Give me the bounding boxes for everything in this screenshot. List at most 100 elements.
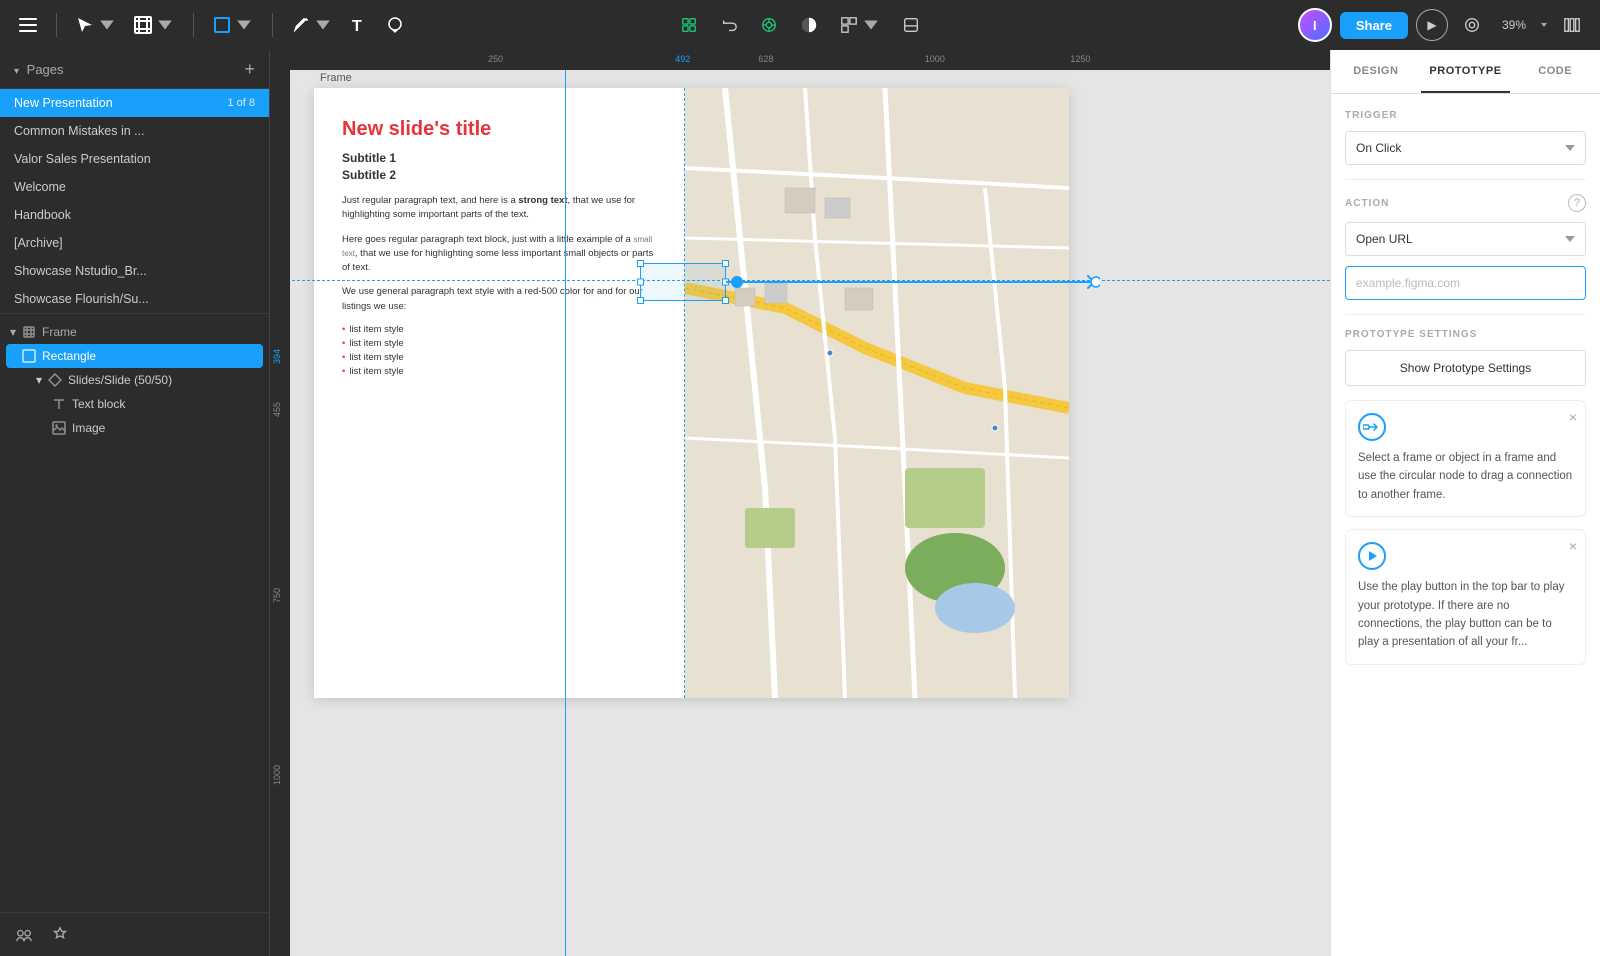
slide-para2: Here goes regular paragraph text block, … [342, 233, 660, 276]
add-page-button[interactable]: + [244, 60, 255, 78]
action-header: ACTION ? [1345, 194, 1586, 212]
layer-rectangle[interactable]: Rectangle [6, 344, 263, 368]
slide-frame: New slide's title Subtitle 1 Subtitle 2 … [314, 88, 1069, 698]
tab-code[interactable]: CODE [1510, 50, 1600, 93]
ruler-mark-1000: 1000 [272, 765, 282, 785]
right-panel-tabs: DESIGN PROTOTYPE CODE [1331, 50, 1600, 94]
pen-tool-button[interactable] [285, 11, 339, 39]
share-button[interactable]: Share [1340, 12, 1408, 39]
layer-textblock-label: Text block [72, 397, 125, 411]
selection-handle-bl [637, 297, 644, 304]
ruler-mark-628: 628 [758, 54, 773, 64]
ruler-vertical: 394 455 750 1000 [270, 70, 290, 956]
tab-design[interactable]: DESIGN [1331, 50, 1421, 93]
divider-1 [1345, 179, 1586, 180]
trigger-section: TRIGGER On Click On Hover On Press While… [1345, 110, 1586, 165]
plugins-tool-button[interactable] [753, 11, 785, 39]
hint-card-connection: × Select a frame or object in a frame an… [1345, 400, 1586, 517]
map-svg [685, 88, 1069, 698]
preview-button[interactable] [1456, 11, 1488, 39]
arrange-tool-button[interactable] [833, 11, 887, 39]
layer-frame-header[interactable]: ▾ Frame [0, 320, 269, 344]
page-item-handbook[interactable]: Handbook [0, 201, 269, 229]
page-item-archive[interactable]: [Archive] [0, 229, 269, 257]
ruler-mark-492: 492 [675, 54, 690, 64]
canvas-area[interactable]: 250 492 628 1000 1250 394 455 750 1000 F… [270, 50, 1330, 956]
layer-slides-slide[interactable]: ▾ Slides/Slide (50/50) [0, 368, 269, 392]
page-label: Handbook [14, 208, 71, 222]
tool-group-draw: T [285, 11, 411, 39]
frame-tool-button[interactable] [127, 11, 181, 39]
layer-text-block[interactable]: Text block [0, 392, 269, 416]
collapse-icon: ▾ [10, 325, 16, 339]
mask-tool-button[interactable] [895, 11, 927, 39]
ruler-mark-1000: 1000 [925, 54, 945, 64]
page-item-welcome[interactable]: Welcome [0, 173, 269, 201]
action-dropdown[interactable]: Open URL Navigate To Overlay Scroll To [1345, 222, 1586, 256]
hint-close-button-1[interactable]: × [1569, 409, 1577, 425]
toolbar: T [0, 0, 1600, 50]
hint-play-icon [1358, 542, 1386, 570]
page-badge: 1 of 8 [227, 97, 255, 109]
layer-image[interactable]: Image [0, 416, 269, 440]
main-layout: ▾ Pages + New Presentation 1 of 8 Common… [0, 50, 1600, 956]
layer-image-label: Image [72, 421, 105, 435]
trigger-dropdown[interactable]: On Click On Hover On Press While Hoverin… [1345, 131, 1586, 165]
hint-card-play: × Use the play button in the top bar to … [1345, 529, 1586, 665]
slide-list-item: •list item style [342, 352, 660, 363]
undo-tool-button[interactable] [713, 11, 745, 39]
shape-tool-button[interactable] [206, 11, 260, 39]
ruler-horizontal: 250 492 628 1000 1250 [290, 50, 1330, 70]
separator-3 [272, 13, 273, 37]
frame-layer-icon [22, 325, 36, 339]
left-panel: ▾ Pages + New Presentation 1 of 8 Common… [0, 50, 270, 956]
menu-group [12, 11, 44, 39]
frame-label: Frame [320, 72, 352, 84]
left-bottom-bar [0, 912, 269, 956]
svg-text:T: T [352, 18, 362, 34]
page-label: Valor Sales Presentation [14, 152, 151, 166]
fill-tool-button[interactable] [793, 11, 825, 39]
slide-map [685, 88, 1069, 698]
tab-prototype[interactable]: PROTOTYPE [1421, 50, 1511, 93]
menu-button[interactable] [12, 11, 44, 39]
library-button[interactable] [1556, 11, 1588, 39]
show-prototype-settings-button[interactable]: Show Prototype Settings [1345, 350, 1586, 386]
hint-text-connection: Select a frame or object in a frame and … [1358, 449, 1573, 504]
ruler-mark-250: 250 [488, 54, 503, 64]
action-label: ACTION [1345, 198, 1389, 209]
hint-arrow-icon [1358, 413, 1386, 441]
plugins-icon-button[interactable] [46, 921, 74, 949]
component-tool-button[interactable] [673, 11, 705, 39]
action-help-icon[interactable]: ? [1568, 194, 1586, 212]
slide-subtitle2: Subtitle 2 [342, 168, 660, 182]
page-item-valor[interactable]: Valor Sales Presentation [0, 145, 269, 173]
selection-handle-tr [722, 260, 729, 267]
page-item-common-mistakes[interactable]: Common Mistakes in ... [0, 117, 269, 145]
community-icon-button[interactable] [10, 921, 38, 949]
text-tool-button[interactable]: T [343, 11, 375, 39]
pages-section-toggle[interactable]: ▾ Pages [14, 62, 64, 77]
pages-header: ▾ Pages + [0, 50, 269, 89]
text-layer-icon [52, 397, 66, 411]
image-layer-icon [52, 421, 66, 435]
url-input[interactable] [1345, 266, 1586, 300]
slide-para1: Just regular paragraph text, and here is… [342, 194, 660, 223]
user-avatar[interactable]: I [1298, 8, 1332, 42]
hint-close-button-2[interactable]: × [1569, 538, 1577, 554]
slide-subtitle1: Subtitle 1 [342, 151, 660, 165]
move-tool-button[interactable] [69, 11, 123, 39]
page-label: New Presentation [14, 96, 113, 110]
ruler-mark-455: 455 [272, 402, 282, 417]
comment-tool-button[interactable] [379, 11, 411, 39]
play-prototype-button[interactable]: ▶ [1416, 9, 1448, 41]
separator-1 [56, 13, 57, 37]
page-item-new-presentation[interactable]: New Presentation 1 of 8 [0, 89, 269, 117]
page-item-flourish[interactable]: Showcase Flourish/Su... [0, 285, 269, 313]
slide-list-item: •list item style [342, 338, 660, 349]
page-list: New Presentation 1 of 8 Common Mistakes … [0, 89, 269, 314]
ruler-mark-750: 750 [272, 588, 282, 603]
divider-2 [1345, 314, 1586, 315]
page-item-nstudio[interactable]: Showcase Nstudio_Br... [0, 257, 269, 285]
zoom-level-button[interactable]: 39% [1496, 14, 1532, 36]
